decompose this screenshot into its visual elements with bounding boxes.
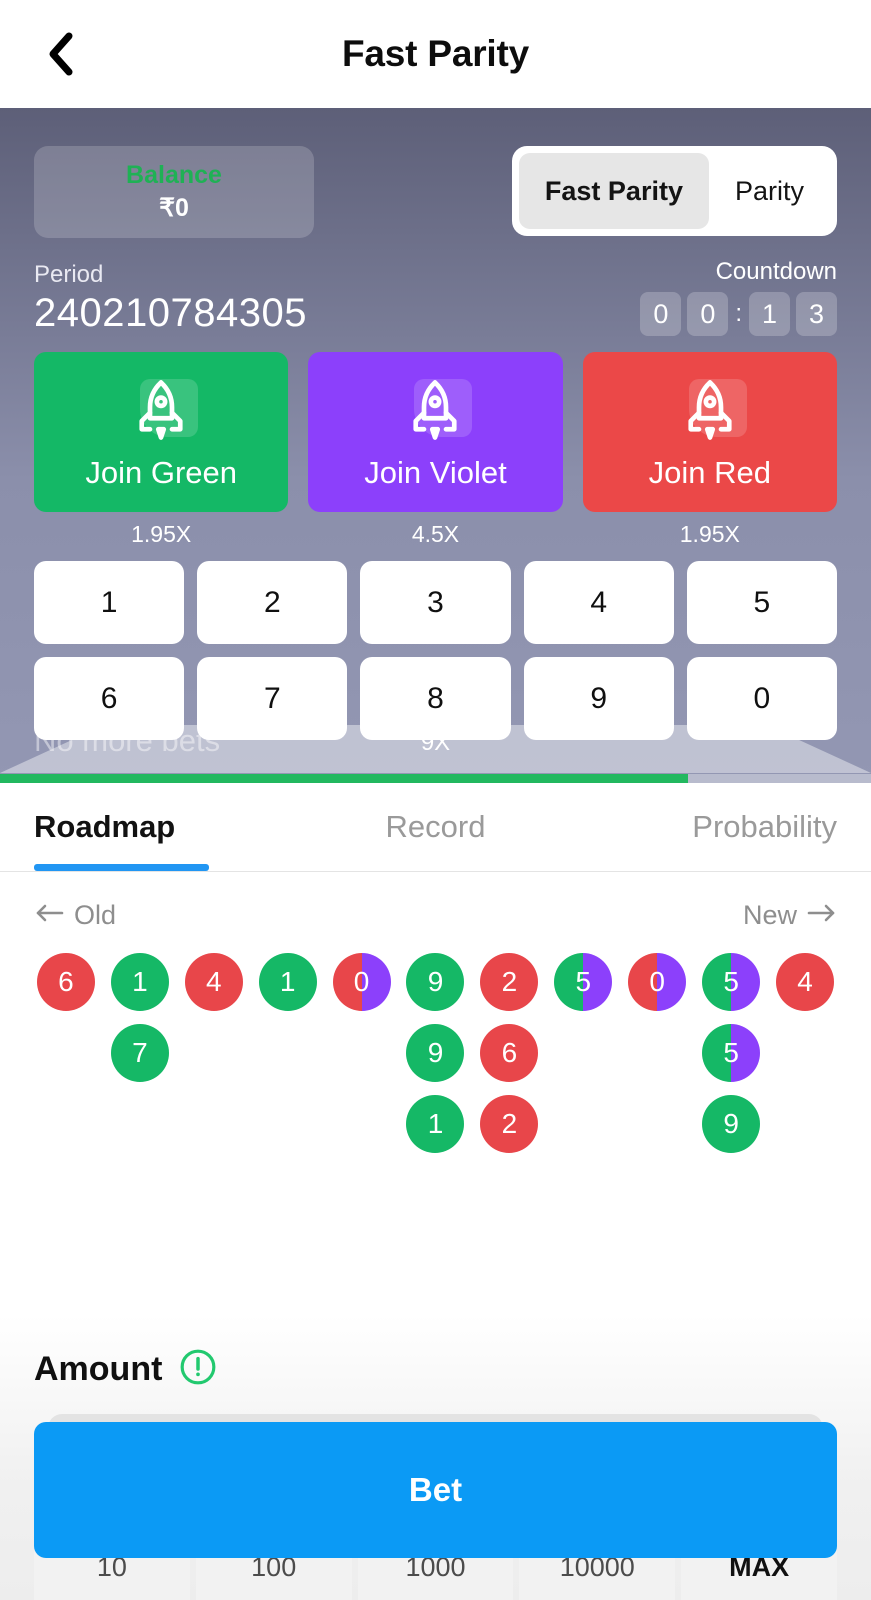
roadmap-panel: Old New 617410991262505594 — [0, 872, 871, 1153]
roadmap-column: 17 — [108, 953, 172, 1153]
chevron-left-icon — [46, 31, 76, 77]
tab-roadmap[interactable]: Roadmap — [34, 783, 302, 871]
number-button-6[interactable]: 6 — [34, 657, 185, 740]
multiplier-row: 1.95X 4.5X 1.95X — [34, 521, 837, 548]
roadmap-ball: 7 — [110, 1024, 169, 1082]
roadmap-column: 1 — [256, 953, 320, 1153]
roadmap-ball: 5 — [702, 953, 761, 1011]
roadmap-old-label: Old — [74, 900, 117, 930]
round-progress-fill — [0, 774, 689, 783]
rocket-icon — [122, 373, 200, 447]
amount-label: Amount — [34, 1350, 163, 1388]
number-button-0[interactable]: 0 — [686, 657, 837, 740]
app-header: Fast Parity — [0, 0, 871, 108]
content-tabs: Roadmap Record Probability — [0, 783, 871, 872]
number-button-4[interactable]: 4 — [523, 561, 674, 644]
roadmap-column: 0 — [330, 953, 394, 1153]
tab-record[interactable]: Record — [302, 783, 570, 871]
join-green-button[interactable]: Join Green — [34, 352, 289, 512]
tab-fast-parity[interactable]: Fast Parity — [518, 153, 709, 229]
period-value: 240210784305 — [34, 291, 307, 335]
roadmap-ball: 4 — [776, 953, 835, 1011]
roadmap-column: 5 — [551, 953, 615, 1153]
countdown-digits: 0 0 : 1 3 — [640, 292, 837, 336]
period-countdown-row: Period 240210784305 Countdown 0 0 : 1 3 — [34, 258, 837, 336]
number-button-9[interactable]: 9 — [523, 657, 674, 740]
roadmap-ball: 1 — [406, 1095, 465, 1153]
countdown-digit: 3 — [796, 292, 837, 336]
roadmap-ball: 5 — [554, 953, 613, 1011]
tab-parity[interactable]: Parity — [709, 153, 830, 229]
roadmap-ball: 2 — [480, 953, 539, 1011]
period-block: Period 240210784305 — [34, 261, 307, 336]
arrow-right-icon — [807, 900, 837, 931]
join-red-button[interactable]: Join Red — [582, 352, 837, 512]
countdown-digit: 0 — [640, 292, 682, 336]
bet-button[interactable]: Bet — [34, 1422, 837, 1558]
number-button-2[interactable]: 2 — [197, 561, 348, 644]
roadmap-ball: 0 — [628, 953, 687, 1011]
roadmap-column: 0 — [625, 953, 689, 1153]
back-button[interactable] — [38, 31, 84, 77]
arrow-left-icon — [34, 900, 64, 931]
amount-header: Amount — [34, 1315, 837, 1392]
roadmap-column: 2 6 2 — [477, 953, 541, 1153]
roadmap-ball: 1 — [258, 953, 317, 1011]
join-green-label: Join Green — [85, 455, 237, 490]
countdown-separator: : — [735, 300, 742, 327]
roadmap-column: 5 5 9 — [699, 953, 763, 1153]
balance-value: ₹0 — [159, 194, 189, 222]
roadmap-grid: 617410991262505594 — [34, 953, 837, 1153]
roadmap-ball: 2 — [480, 1095, 539, 1153]
page-title: Fast Parity — [342, 33, 529, 74]
countdown-label: Countdown — [715, 258, 837, 285]
roadmap-new-label: New — [742, 900, 797, 930]
join-violet-button[interactable]: Join Violet — [308, 352, 563, 512]
roadmap-old: Old — [34, 900, 116, 931]
green-multiplier: 1.95X — [131, 521, 192, 547]
countdown-digit: 0 — [687, 292, 729, 336]
roadmap-new: New — [743, 900, 837, 931]
roadmap-column: 4 — [182, 953, 246, 1153]
exclamation-circle-icon[interactable] — [178, 1347, 218, 1392]
number-grid: 1 2 3 4 5 6 7 8 9 0 — [34, 561, 837, 740]
roadmap-ball: 1 — [110, 953, 169, 1011]
countdown-block: Countdown 0 0 : 1 3 — [640, 258, 837, 336]
rocket-icon — [396, 373, 474, 447]
roadmap-ball: 9 — [406, 1024, 465, 1082]
roadmap-column: 6 — [34, 953, 98, 1153]
balance-label: Balance — [126, 161, 222, 189]
mode-toggle: Fast Parity Parity — [511, 146, 837, 236]
period-label: Period — [34, 261, 104, 288]
join-violet-label: Join Violet — [364, 455, 507, 490]
red-multiplier: 1.95X — [679, 521, 740, 547]
roadmap-ball: 5 — [702, 1024, 761, 1082]
roadmap-ball: 6 — [36, 953, 95, 1011]
join-red-label: Join Red — [648, 455, 771, 490]
join-buttons-row: Join Green Join Violet Join Red — [34, 352, 837, 512]
roadmap-ball: 9 — [406, 953, 465, 1011]
number-button-3[interactable]: 3 — [360, 561, 511, 644]
amount-section: Amount 10 100 1000 10000 MAX Bet — [0, 1315, 871, 1600]
panel-top-row: Balance ₹0 Fast Parity Parity — [34, 108, 837, 238]
roadmap-ball: 9 — [702, 1095, 761, 1153]
round-progress-bar — [0, 774, 871, 783]
violet-multiplier: 4.5X — [411, 521, 460, 547]
roadmap-ball: 0 — [332, 953, 391, 1011]
roadmap-ball: 6 — [480, 1024, 539, 1082]
tab-probability[interactable]: Probability — [569, 783, 837, 871]
countdown-digit: 1 — [749, 292, 790, 336]
rocket-icon — [671, 373, 749, 447]
game-panel: Balance ₹0 Fast Parity Parity Period 240… — [0, 108, 871, 783]
roadmap-ball: 4 — [184, 953, 243, 1011]
roadmap-column: 9 9 1 — [404, 953, 468, 1153]
balance-card[interactable]: Balance ₹0 — [34, 146, 314, 238]
number-button-5[interactable]: 5 — [686, 561, 837, 644]
roadmap-legend: Old New — [34, 900, 837, 931]
number-button-1[interactable]: 1 — [34, 561, 185, 644]
number-button-7[interactable]: 7 — [197, 657, 348, 740]
number-button-8[interactable]: 8 — [360, 657, 511, 740]
roadmap-column: 4 — [773, 953, 837, 1153]
